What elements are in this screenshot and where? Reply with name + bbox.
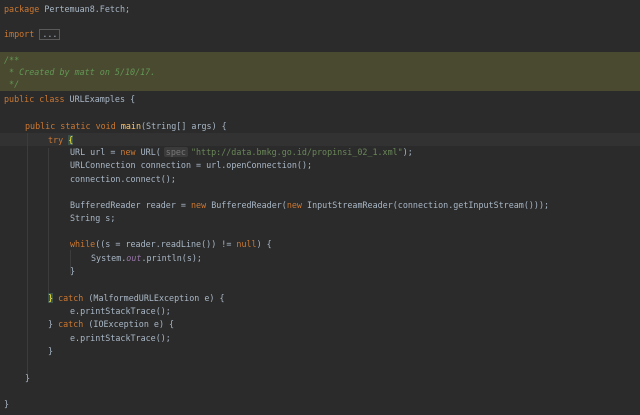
comment-line: /** (4, 55, 20, 65)
code-text: BufferedReader( (206, 200, 287, 210)
keyword: public class (4, 94, 65, 104)
code-line-url[interactable]: URL url = new URL(spec "http://data.bmkg.… (70, 146, 413, 158)
code-line-open-connection[interactable]: URLConnection connection = url.openConne… (70, 159, 312, 171)
code-text: ((s = reader.readLine()) != (95, 239, 237, 249)
static-field: out (126, 253, 142, 263)
code-line-string-decl[interactable]: String s; (70, 212, 115, 224)
code-text: (IOException e) { (83, 319, 175, 329)
code-text: ) { (256, 239, 272, 249)
comment-line: */ (4, 79, 20, 89)
code-line-catch-malformed[interactable]: } catch (MalformedURLException e) { (48, 292, 225, 304)
keyword: package (4, 4, 40, 14)
code-line-while[interactable]: while((s = reader.readLine()) != null) { (70, 238, 272, 250)
current-line-highlight (0, 133, 640, 146)
string-literal: "http://data.bmkg.go.id/propinsi_02_1.xm… (190, 147, 403, 157)
code-text: ); (402, 147, 413, 157)
code-text: URL url = (70, 147, 121, 157)
code-text: URL( (135, 147, 161, 157)
code-text: InputStreamReader(connection.getInputStr… (301, 200, 550, 210)
keyword: null (236, 239, 257, 249)
code-text: (String[] args) { (140, 121, 227, 131)
code-text: Pertemuan8.Fetch; (39, 4, 131, 14)
code-line-print-stack-trace[interactable]: e.printStackTrace(); (70, 332, 171, 344)
code-line-connect[interactable]: connection.connect(); (70, 173, 176, 185)
code-text: URLExamples { (64, 94, 136, 104)
code-line-try[interactable]: try { (48, 134, 74, 146)
code-line-main-close[interactable]: } (25, 372, 30, 384)
code-line-import[interactable]: import ... (4, 28, 61, 40)
indent-guide (27, 133, 28, 380)
keyword: new (191, 200, 207, 210)
indent-guide (48, 148, 49, 293)
code-line-package[interactable]: package Pertemuan8.Fetch; (4, 3, 130, 15)
code-line-print-stack-trace[interactable]: e.printStackTrace(); (70, 305, 171, 317)
code-line-while-close[interactable]: } (70, 265, 75, 277)
matched-brace: } (48, 293, 54, 303)
code-text: .println(s); (141, 253, 202, 263)
code-line-println[interactable]: System.out.println(s); (91, 252, 202, 264)
code-line-catch-io[interactable]: } catch (IOException e) { (48, 318, 174, 330)
code-editor[interactable]: package Pertemuan8.Fetch; import ... /**… (0, 0, 640, 415)
keyword: public static void (25, 121, 116, 131)
code-line-class-decl[interactable]: public class URLExamples { (4, 93, 135, 105)
code-text: System. (91, 253, 127, 263)
comment-line: * Created by matt on 5/10/17. (4, 67, 156, 77)
code-line-class-close[interactable]: } (4, 398, 9, 410)
code-line-buffered-reader[interactable]: BufferedReader reader = new BufferedRead… (70, 199, 549, 211)
method-name: main (120, 121, 141, 131)
code-line-catch-close[interactable]: } (48, 345, 53, 357)
code-line-main-decl[interactable]: public static void main(String[] args) { (25, 120, 227, 132)
matched-brace: { (68, 135, 74, 145)
keyword: catch (58, 319, 84, 329)
keyword: while (70, 239, 96, 249)
import-fold-button[interactable]: ... (39, 29, 61, 40)
code-text: } (48, 319, 59, 329)
keyword: import (4, 29, 35, 39)
code-text: (MalformedURLException e) { (83, 293, 225, 303)
keyword: new (286, 200, 302, 210)
code-text: BufferedReader reader = (70, 200, 192, 210)
keyword: try (48, 135, 64, 145)
parameter-hint: spec (163, 147, 188, 157)
keyword: new (120, 147, 136, 157)
keyword: catch (58, 293, 84, 303)
